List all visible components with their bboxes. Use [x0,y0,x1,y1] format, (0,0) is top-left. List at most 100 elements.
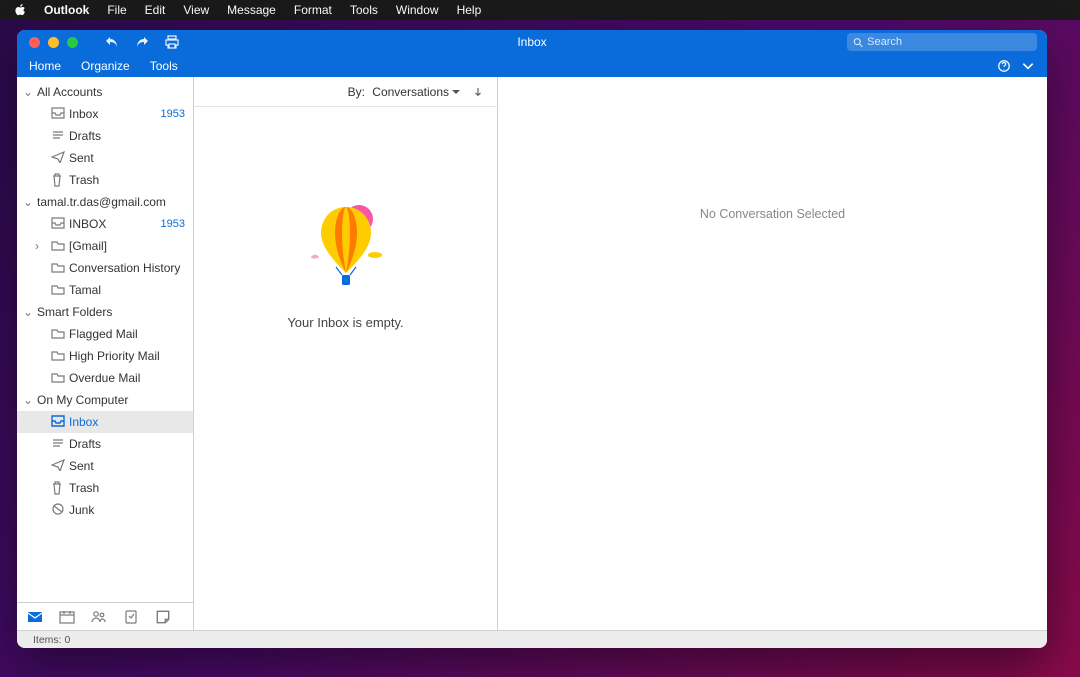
window-title: Inbox [517,35,546,49]
sidebar-item[interactable]: Junk [17,499,193,521]
menubar-item-edit[interactable]: Edit [145,3,166,17]
sidebar-item-label: Flagged Mail [69,327,185,341]
close-button[interactable] [29,37,40,48]
help-icon[interactable] [997,59,1011,73]
sidebar-section[interactable]: ⌄On My Computer [17,389,193,411]
apple-icon[interactable] [14,4,26,16]
undo-icon[interactable] [104,35,120,49]
drafts-icon [51,437,65,451]
inbox-icon [51,217,65,231]
print-icon[interactable] [164,35,180,49]
sidebar-item-label: Overdue Mail [69,371,185,385]
trash-icon [51,173,65,187]
tab-tools[interactable]: Tools [150,59,178,73]
sidebar-section[interactable]: ⌄tamal.tr.das@gmail.com [17,191,193,213]
balloon-illustration [301,197,391,297]
sidebar-item[interactable]: Overdue Mail [17,367,193,389]
section-title: Smart Folders [37,305,112,319]
titlebar: Inbox [17,30,1047,54]
mail-view-icon[interactable] [27,609,43,625]
sidebar-item[interactable]: Flagged Mail [17,323,193,345]
inbox-icon [51,415,65,429]
menubar-item-file[interactable]: File [107,3,126,17]
fullscreen-button[interactable] [67,37,78,48]
sidebar-item[interactable]: Sent [17,147,193,169]
sidebar-section[interactable]: ⌄Smart Folders [17,301,193,323]
sidebar: ⌄All AccountsInbox1953DraftsSentTrash⌄ta… [17,77,194,630]
empty-list-text: Your Inbox is empty. [287,315,403,330]
sidebar-item-label: Inbox [69,107,161,121]
sidebar-item-label: Tamal [69,283,185,297]
menubar-item-view[interactable]: View [183,3,209,17]
sidebar-item-label: Trash [69,173,185,187]
sidebar-item-label: Drafts [69,437,185,451]
section-title: On My Computer [37,393,128,407]
calendar-view-icon[interactable] [59,609,75,625]
menubar-item-window[interactable]: Window [396,3,439,17]
sidebar-item[interactable]: Drafts [17,433,193,455]
section-title: All Accounts [37,85,102,99]
redo-icon[interactable] [134,35,150,49]
sidebar-item[interactable]: Tamal [17,279,193,301]
sidebar-item-label: Conversation History [69,261,185,275]
list-header: By: Conversations [194,77,497,107]
notes-view-icon[interactable] [155,609,171,625]
folder-icon [51,371,65,385]
section-title: tamal.tr.das@gmail.com [37,195,166,209]
sidebar-item[interactable]: Drafts [17,125,193,147]
menubar-app-name[interactable]: Outlook [44,3,89,17]
sidebar-item[interactable]: Trash [17,169,193,191]
sidebar-item[interactable]: Inbox [17,411,193,433]
reading-pane: No Conversation Selected [498,77,1047,630]
junk-icon [51,503,65,517]
chevron-down-icon[interactable] [1021,59,1035,73]
folder-icon [51,327,65,341]
traffic-lights [17,37,78,48]
people-view-icon[interactable] [91,609,107,625]
sidebar-item[interactable]: Trash [17,477,193,499]
menubar-item-message[interactable]: Message [227,3,276,17]
sidebar-item-count: 1953 [161,108,185,120]
sidebar-item[interactable]: High Priority Mail [17,345,193,367]
tab-organize[interactable]: Organize [81,59,130,73]
minimize-button[interactable] [48,37,59,48]
status-bar: Items: 0 [17,630,1047,648]
sidebar-item-label: Drafts [69,129,185,143]
search-input[interactable] [867,36,1031,48]
menubar-item-help[interactable]: Help [457,3,482,17]
quick-access [104,35,180,49]
empty-list: Your Inbox is empty. [194,107,497,630]
sidebar-item[interactable]: Sent [17,455,193,477]
folder-icon [51,283,65,297]
sidebar-item[interactable]: Inbox1953 [17,103,193,125]
sent-icon [51,151,65,165]
ribbon: Home Organize Tools [17,54,1047,77]
sidebar-item-label: Sent [69,459,185,473]
sidebar-item-label: INBOX [69,217,161,231]
tasks-view-icon[interactable] [123,609,139,625]
drafts-icon [51,129,65,143]
trash-icon [51,481,65,495]
sidebar-item[interactable]: Conversation History [17,257,193,279]
sidebar-item[interactable]: [Gmail] [17,235,193,257]
chevron-down-icon [451,87,461,97]
inbox-icon [51,107,65,121]
search-box[interactable] [847,33,1037,51]
sidebar-item-label: High Priority Mail [69,349,185,363]
sidebar-section[interactable]: ⌄All Accounts [17,81,193,103]
sidebar-item-label: Sent [69,151,185,165]
menubar-item-tools[interactable]: Tools [350,3,378,17]
tab-home[interactable]: Home [29,59,61,73]
sidebar-nav-bar [17,602,193,630]
sent-icon [51,459,65,473]
folder-icon [51,261,65,275]
outlook-window: Inbox Home Organize Tools ⌄All AccountsI… [17,30,1047,648]
reading-empty-text: No Conversation Selected [700,207,845,221]
sort-by-control[interactable]: By: Conversations [348,85,461,99]
sidebar-item-label: Junk [69,503,185,517]
message-list-pane: By: Conversations Your Inbox is empty. [194,77,498,630]
sidebar-item[interactable]: INBOX1953 [17,213,193,235]
menubar-item-format[interactable]: Format [294,3,332,17]
sort-direction-icon[interactable] [473,87,483,97]
sidebar-item-label: Trash [69,481,185,495]
